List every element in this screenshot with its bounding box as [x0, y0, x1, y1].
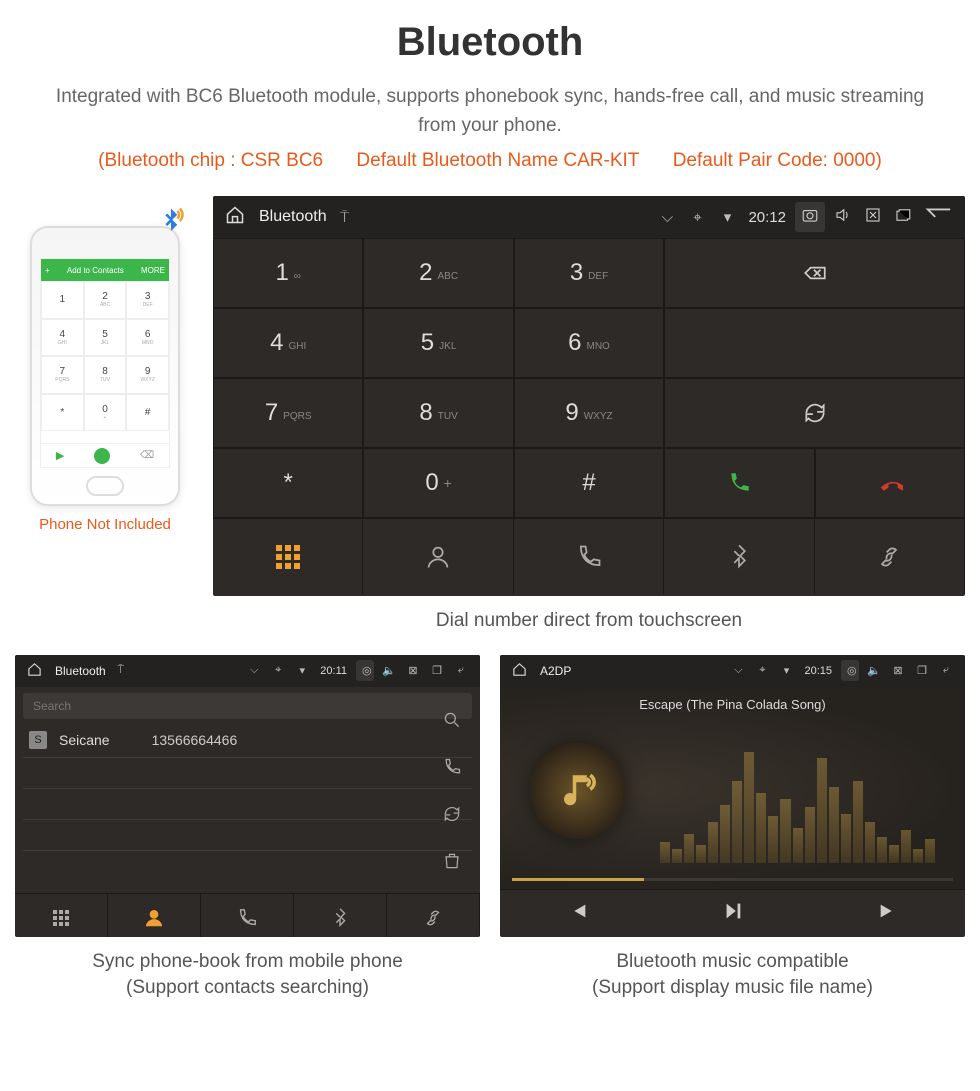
clock: 20:11 — [320, 665, 347, 677]
wifi-icon: ▾ — [777, 664, 795, 677]
contact-name: Seicane — [59, 732, 110, 748]
key-1[interactable]: 1∞ — [213, 238, 363, 308]
recent-apps-icon[interactable]: ❐ — [428, 664, 446, 677]
search-input[interactable]: Search — [23, 693, 472, 719]
key-2[interactable]: 2ABC — [363, 238, 513, 308]
key-7[interactable]: 7PQRS — [213, 378, 363, 448]
page-subtitle: Integrated with BC6 Bluetooth module, su… — [55, 83, 925, 140]
key-9[interactable]: 9WXYZ — [514, 378, 664, 448]
key-5[interactable]: 5JKL — [363, 308, 513, 378]
tab-dialpad[interactable] — [213, 519, 363, 594]
location-icon: ⌖ — [753, 664, 771, 677]
tab-pair[interactable] — [815, 519, 965, 594]
back-icon[interactable] — [921, 206, 955, 228]
home-icon[interactable] — [223, 205, 247, 229]
phone-caption: Phone Not Included — [15, 516, 195, 533]
redial-button[interactable] — [664, 378, 965, 448]
call-button[interactable] — [664, 448, 814, 518]
key-6[interactable]: 6MNO — [514, 308, 664, 378]
home-icon[interactable] — [25, 662, 43, 680]
phone-illustration: + Add to ContactsMORE 12ABC3DEF4GHI5JKL6… — [15, 196, 195, 533]
call-icon[interactable] — [442, 757, 462, 782]
tab-call-log[interactable] — [514, 519, 664, 594]
tab-bluetooth[interactable] — [294, 894, 387, 937]
home-icon[interactable] — [510, 662, 528, 680]
progress-bar[interactable] — [512, 878, 953, 881]
bluetooth-signal-icon — [156, 206, 186, 242]
back-icon[interactable]: ⤶ — [937, 664, 955, 677]
contact-number: 13566664466 — [152, 732, 238, 748]
spec-name: Default Bluetooth Name CAR-KIT — [356, 150, 639, 171]
key-star[interactable]: * — [213, 448, 363, 518]
contacts-screenshot: Bluetooth ⍑ ⌵ ⌖ ▾ 20:11 ◎ 🔈 ⊠ ❐ ⤶ Search — [15, 655, 480, 937]
delete-icon[interactable] — [442, 851, 462, 876]
music-screenshot: A2DP ⌵ ⌖ ▾ 20:15 ◎ 🔈 ⊠ ❐ ⤶ Escape (The P… — [500, 655, 965, 937]
recent-apps-icon[interactable]: ❐ — [913, 664, 931, 677]
tab-bluetooth[interactable] — [664, 519, 814, 594]
key-4[interactable]: 4GHI — [213, 308, 363, 378]
usb-icon: ⍑ — [112, 664, 130, 677]
hangup-button[interactable] — [815, 448, 965, 518]
contact-row[interactable]: S Seicane 13566664466 — [15, 723, 480, 757]
screenshot-icon[interactable]: ◎ — [841, 660, 859, 681]
bluetooth-specs: (Bluetooth chip : CSR BC6 Default Blueto… — [15, 150, 965, 172]
contact-badge: S — [29, 731, 47, 749]
key-0[interactable]: 0+ — [363, 448, 513, 518]
close-app-icon[interactable] — [861, 206, 885, 228]
back-icon[interactable]: ⤶ — [452, 664, 470, 677]
bluetooth-icon: ⌵ — [729, 664, 747, 677]
album-art — [530, 743, 626, 839]
empty-cell — [664, 308, 965, 378]
screen-title: Bluetooth — [55, 664, 106, 678]
tab-contacts[interactable] — [108, 894, 201, 937]
usb-icon: ⍑ — [333, 209, 357, 226]
tab-pair[interactable] — [387, 894, 480, 937]
search-icon[interactable] — [442, 710, 462, 735]
page-title: Bluetooth — [15, 20, 965, 65]
clock: 20:15 — [804, 665, 832, 677]
tab-dialpad[interactable] — [15, 894, 108, 937]
dialer-screenshot: Bluetooth ⍑ ⌵ ⌖ ▾ 20:12 1∞2ABC3DEF 4GHI5J… — [213, 196, 965, 596]
location-icon: ⌖ — [269, 664, 287, 677]
sync-icon[interactable] — [442, 804, 462, 829]
music-caption: Bluetooth music compatible(Support displ… — [500, 949, 965, 1002]
location-icon: ⌖ — [685, 209, 709, 226]
screenshot-icon[interactable]: ◎ — [356, 660, 374, 681]
key-3[interactable]: 3DEF — [514, 238, 664, 308]
contacts-caption: Sync phone-book from mobile phone(Suppor… — [15, 949, 480, 1002]
bluetooth-icon: ⌵ — [655, 209, 679, 226]
tab-contacts[interactable] — [363, 519, 513, 594]
volume-icon[interactable] — [831, 206, 855, 228]
track-title: Escape (The Pina Colada Song) — [500, 687, 965, 722]
close-app-icon[interactable]: ⊠ — [404, 664, 422, 677]
volume-icon[interactable]: 🔈 — [865, 664, 883, 677]
backspace-button[interactable] — [664, 238, 965, 308]
bluetooth-icon: ⌵ — [245, 664, 263, 677]
key-hash[interactable]: # — [514, 448, 664, 518]
prev-button[interactable] — [567, 900, 589, 927]
screenshot-icon[interactable] — [795, 202, 825, 232]
close-app-icon[interactable]: ⊠ — [889, 664, 907, 677]
tab-call-log[interactable] — [201, 894, 294, 937]
spec-code: Default Pair Code: 0000) — [673, 150, 882, 171]
phone-call-icon — [94, 448, 110, 464]
key-8[interactable]: 8TUV — [363, 378, 513, 448]
wifi-icon: ▾ — [715, 208, 739, 226]
screen-title: A2DP — [540, 664, 571, 678]
clock: 20:12 — [748, 209, 786, 226]
play-pause-button[interactable] — [722, 900, 744, 927]
volume-icon[interactable]: 🔈 — [380, 664, 398, 677]
wifi-icon: ▾ — [293, 664, 311, 677]
recent-apps-icon[interactable] — [891, 206, 915, 228]
next-button[interactable] — [877, 900, 899, 927]
dialer-caption: Dial number direct from touchscreen — [213, 608, 965, 635]
spec-chip: (Bluetooth chip : CSR BC6 — [98, 150, 323, 171]
screen-title: Bluetooth — [259, 208, 327, 226]
